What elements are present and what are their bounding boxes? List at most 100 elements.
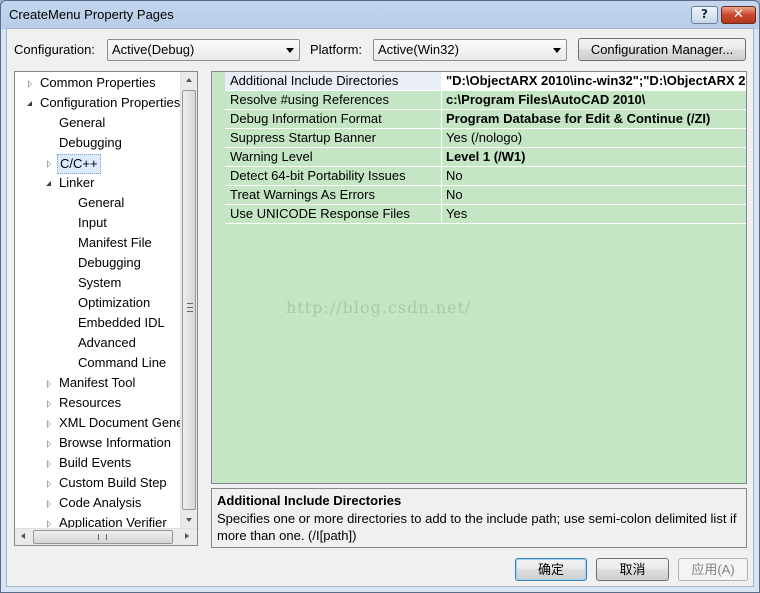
tree-item-optimization[interactable]: Optimization	[76, 294, 152, 312]
tree-item-label: Debugging	[59, 135, 122, 150]
tree-horizontal-scrollbar[interactable]	[15, 528, 197, 545]
tree-item-linker-general[interactable]: General	[76, 194, 126, 212]
tree-item-label: Code Analysis	[59, 495, 142, 510]
configuration-dropdown[interactable]: Active(Debug)	[107, 39, 300, 61]
expand-icon[interactable]	[47, 420, 51, 428]
tree-item-linker-input[interactable]: Input	[76, 214, 109, 232]
property-row-use-unicode-response-files[interactable]: Use UNICODE Response Files Yes	[225, 205, 746, 224]
property-value[interactable]: No	[442, 186, 746, 204]
expand-icon[interactable]	[47, 380, 51, 388]
property-value[interactable]: Yes (/nologo)	[442, 129, 746, 147]
property-value[interactable]: "D:\ObjectARX 2010\inc-win32";"D:\Object…	[442, 72, 746, 90]
scroll-down-icon[interactable]	[186, 518, 192, 522]
property-value[interactable]: Yes	[442, 205, 746, 223]
property-row-additional-include-directories[interactable]: Additional Include Directories "D:\Objec…	[225, 72, 746, 91]
property-name: Warning Level	[225, 148, 442, 166]
tree-item-cpp[interactable]: C/C++	[44, 154, 101, 174]
platform-value: Active(Win32)	[378, 42, 459, 57]
tree-item-linker-debugging[interactable]: Debugging	[76, 254, 143, 272]
close-button[interactable]: ✕	[721, 6, 756, 24]
tree-item-label: Browse Information	[59, 435, 171, 450]
watermark: http://blog.csdn.net/	[286, 298, 472, 317]
collapse-icon[interactable]	[46, 181, 51, 186]
tree-item-label: Linker	[59, 175, 95, 190]
description-text: Specifies one or more directories to add…	[217, 511, 737, 543]
expand-icon[interactable]	[47, 460, 51, 468]
scroll-up-icon[interactable]	[186, 78, 192, 82]
ok-button[interactable]: 确定	[515, 558, 587, 581]
description-title: Additional Include Directories	[217, 493, 402, 508]
tree-item-label: Input	[78, 215, 107, 230]
help-button[interactable]: ?	[691, 6, 718, 24]
configuration-label: Configuration:	[14, 42, 95, 57]
property-row-debug-information-format[interactable]: Debug Information Format Program Databas…	[225, 110, 746, 129]
tree-item-label: Manifest Tool	[59, 375, 136, 390]
tree-item-linker[interactable]: Linker	[44, 174, 96, 192]
scroll-thumb[interactable]	[182, 90, 196, 510]
tree-item-build-events[interactable]: Build Events	[44, 454, 133, 472]
property-row-warning-level[interactable]: Warning Level Level 1 (/W1)	[225, 148, 746, 167]
expand-icon[interactable]	[47, 400, 51, 408]
property-grid[interactable]: Additional Include Directories "D:\Objec…	[211, 71, 747, 484]
configuration-value: Active(Debug)	[112, 42, 195, 57]
close-icon: ✕	[733, 7, 744, 22]
tree-item-general[interactable]: General	[57, 114, 107, 132]
tree-item-command-line[interactable]: Command Line	[76, 354, 168, 372]
property-name: Debug Information Format	[225, 110, 442, 128]
platform-dropdown[interactable]: Active(Win32)	[373, 39, 567, 61]
tree-item-label: Optimization	[78, 295, 151, 310]
grip-icon	[187, 303, 193, 312]
expand-icon[interactable]	[28, 80, 32, 88]
configuration-manager-button[interactable]: Configuration Manager...	[578, 38, 746, 61]
tree-item-label: General	[78, 195, 125, 210]
property-row-suppress-startup-banner[interactable]: Suppress Startup Banner Yes (/nologo)	[225, 129, 746, 148]
property-row-detect-64bit-portability[interactable]: Detect 64-bit Portability Issues No	[225, 167, 746, 186]
tree-item-manifest-tool[interactable]: Manifest Tool	[44, 374, 137, 392]
window-title: CreateMenu Property Pages	[9, 7, 174, 22]
tree-item-debugging[interactable]: Debugging	[57, 134, 124, 152]
property-row-treat-warnings-as-errors[interactable]: Treat Warnings As Errors No	[225, 186, 746, 205]
tree-item-label: Manifest File	[78, 235, 152, 250]
cancel-button[interactable]: 取消	[596, 558, 669, 581]
tree-item-label: Common Properties	[40, 75, 156, 90]
property-tree[interactable]: Common Properties Configuration Properti…	[14, 71, 198, 546]
tree-item-manifest-file[interactable]: Manifest File	[76, 234, 154, 252]
expand-icon[interactable]	[47, 160, 51, 168]
tree-item-code-analysis[interactable]: Code Analysis	[44, 494, 143, 512]
property-name: Treat Warnings As Errors	[225, 186, 442, 204]
tree-item-resources[interactable]: Resources	[44, 394, 123, 412]
scroll-thumb[interactable]	[33, 530, 173, 544]
property-name: Suppress Startup Banner	[225, 129, 442, 147]
expand-icon[interactable]	[47, 520, 51, 528]
scroll-right-icon[interactable]	[185, 533, 189, 539]
expand-icon[interactable]	[47, 500, 51, 508]
property-value[interactable]: No	[442, 167, 746, 185]
chevron-down-icon	[286, 48, 294, 53]
tree-item-label: Embedded IDL	[78, 315, 165, 330]
property-name: Resolve #using References	[225, 91, 442, 109]
tree-item-advanced[interactable]: Advanced	[76, 334, 138, 352]
tree-item-label: Resources	[59, 395, 122, 410]
tree-item-xml-document-generator[interactable]: XML Document Generator	[44, 414, 197, 432]
property-name: Use UNICODE Response Files	[225, 205, 442, 223]
collapse-icon[interactable]	[27, 101, 32, 106]
expand-icon[interactable]	[47, 440, 51, 448]
tree-item-system[interactable]: System	[76, 274, 123, 292]
property-value[interactable]: Level 1 (/W1)	[442, 148, 746, 166]
tree-item-custom-build-step[interactable]: Custom Build Step	[44, 474, 169, 492]
tree-item-label: Build Events	[59, 455, 132, 470]
property-value[interactable]: Program Database for Edit & Continue (/Z…	[442, 110, 746, 128]
tree-vertical-scrollbar[interactable]	[180, 72, 197, 530]
property-name: Detect 64-bit Portability Issues	[225, 167, 442, 185]
tree-item-embedded-idl[interactable]: Embedded IDL	[76, 314, 167, 332]
scroll-left-icon[interactable]	[21, 533, 25, 539]
apply-button[interactable]: 应用(A)	[678, 558, 748, 581]
tree-item-configuration-properties[interactable]: Configuration Properties	[25, 94, 182, 112]
property-value[interactable]: c:\Program Files\AutoCAD 2010\	[442, 91, 746, 109]
tree-item-common-properties[interactable]: Common Properties	[25, 74, 158, 92]
tree-item-browse-information[interactable]: Browse Information	[44, 434, 173, 452]
expand-icon[interactable]	[47, 480, 51, 488]
grip-icon	[98, 534, 107, 540]
tree-item-label: General	[59, 115, 106, 130]
property-row-resolve-using-references[interactable]: Resolve #using References c:\Program Fil…	[225, 91, 746, 110]
